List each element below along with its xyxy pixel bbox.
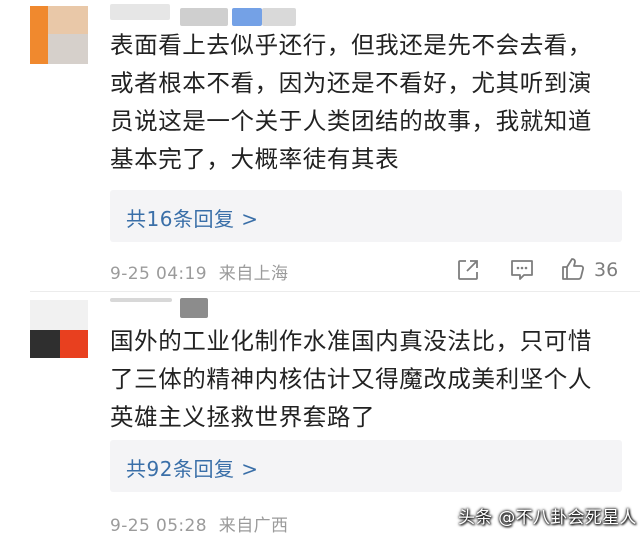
avatar[interactable] — [30, 300, 88, 358]
comment-meta: 9-25 05:28 来自广西 — [110, 511, 288, 536]
share-icon[interactable] — [456, 258, 480, 282]
view-replies-label: 共16条回复 > — [126, 207, 259, 231]
comment-text: 国外的工业化制作水准国内真没法比，只可惜 了三体的精神内核估计又得魔改成美利坚个… — [110, 327, 592, 431]
view-replies-button[interactable]: 共16条回复 > — [110, 190, 622, 242]
comment-time: 9-25 05:28 — [110, 516, 207, 536]
like-count: 36 — [594, 259, 619, 281]
comment-icon[interactable] — [509, 258, 535, 282]
comment-time: 9-25 04:19 — [110, 264, 207, 284]
comment-location: 来自广西 — [218, 516, 289, 536]
thumbs-up-icon[interactable] — [560, 256, 586, 282]
comment-item: 国外的工业化制作水准国内真没法比，只可惜 了三体的精神内核估计又得魔改成美利坚个… — [0, 292, 640, 536]
view-replies-label: 共92条回复 > — [126, 457, 259, 481]
view-replies-button[interactable]: 共92条回复 > — [110, 440, 622, 492]
comment-location: 来自上海 — [218, 264, 289, 284]
watermark: 头条 @不八卦会死星人 — [458, 508, 637, 528]
avatar[interactable] — [30, 6, 88, 64]
comment-meta: 9-25 04:19 来自上海 — [110, 259, 288, 284]
comment-item: 表面看上去似乎还行，但我还是先不会去看， 或者根本不看，因为还是不看好，尤其听到… — [0, 0, 640, 292]
comment-text: 表面看上去似乎还行，但我还是先不会去看， 或者根本不看，因为还是不看好，尤其听到… — [110, 31, 592, 173]
